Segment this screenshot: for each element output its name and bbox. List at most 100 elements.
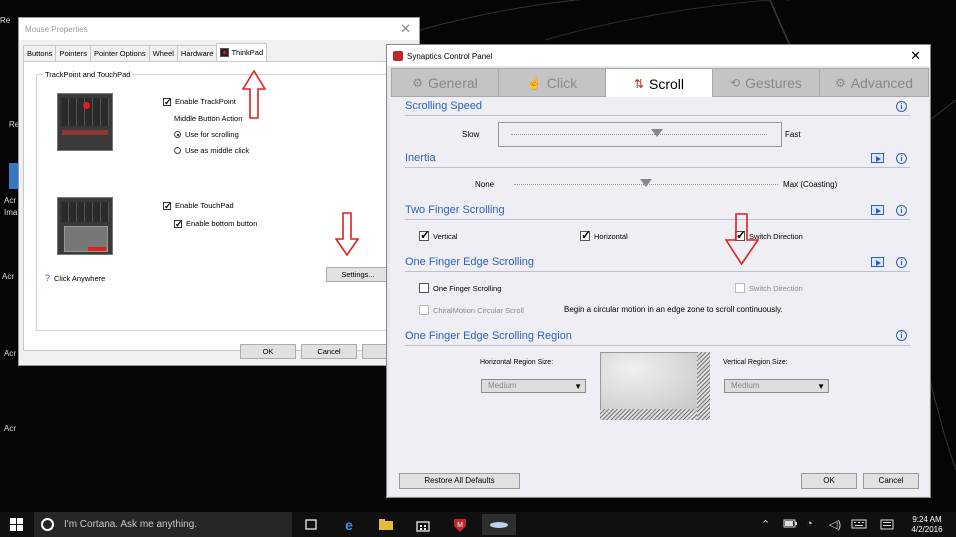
desktop-icon-label[interactable]: Acr	[4, 349, 16, 358]
thinkpad-icon	[220, 48, 230, 57]
click-anywhere-help[interactable]: ? Click Anywhere	[45, 273, 105, 283]
chiralmotion-hint: Begin a circular motion in an edge zone …	[564, 305, 783, 314]
tab-scroll[interactable]: ⇅ Scroll	[605, 68, 713, 98]
tab-wheel[interactable]: Wheel	[148, 45, 178, 61]
title-bar[interactable]: Synaptics Control Panel ✕	[387, 45, 930, 66]
info-icon[interactable]: i	[896, 330, 907, 341]
desktop-icon-label[interactable]: Ima	[4, 208, 17, 217]
clock-date[interactable]: 4/2/2016	[907, 525, 947, 534]
radio-button[interactable]	[174, 147, 181, 154]
tab-thinkpad[interactable]: ThinkPad	[216, 43, 268, 61]
settings-button[interactable]: Settings...	[326, 267, 390, 282]
one-finger-scrolling-checkbox[interactable]: One Finger Scrolling	[419, 283, 501, 293]
cancel-button[interactable]: Cancel	[301, 344, 357, 359]
touchpad-image	[57, 197, 113, 255]
mcafee-icon[interactable]: M	[451, 516, 469, 533]
desktop-icon-label[interactable]: Acr	[4, 424, 16, 433]
start-pane	[10, 525, 16, 531]
info-icon[interactable]: i	[896, 205, 907, 216]
keyboard-icon[interactable]	[851, 519, 867, 532]
slider-max-label: Max (Coasting)	[783, 180, 838, 189]
desktop-icon[interactable]	[9, 163, 18, 189]
desktop-icon-label[interactable]: Acr	[2, 272, 14, 281]
edge-switch-direction-checkbox[interactable]: Switch Direction	[735, 283, 803, 293]
gestures-icon: ⟲	[730, 75, 741, 90]
tab-pointer-options[interactable]: Pointer Options	[89, 45, 150, 61]
chiralmotion-checkbox[interactable]: ChiralMotion Circular Scroll	[419, 305, 524, 315]
slider-thumb[interactable]	[650, 129, 663, 137]
touchpad-app-icon[interactable]	[482, 514, 516, 535]
help-label: Click Anywhere	[54, 273, 106, 283]
info-icon[interactable]: i	[896, 153, 907, 164]
battery-glyph	[783, 519, 797, 528]
battery-icon[interactable]	[783, 519, 797, 531]
windows-start-icon[interactable]	[10, 518, 23, 531]
slider-thumb[interactable]	[640, 179, 652, 187]
vertical-scroll-checkbox[interactable]: Vertical	[419, 228, 458, 242]
radio-button[interactable]	[174, 131, 181, 138]
vertical-region-select[interactable]: Medium ▼	[724, 379, 829, 393]
checkbox-box[interactable]	[580, 228, 591, 242]
keyboard-graphic	[61, 202, 109, 222]
info-icon[interactable]: i	[896, 257, 907, 268]
tab-pointers[interactable]: Pointers	[55, 45, 91, 61]
trackpoint-touchpad-group: TrackPoint and TouchPad Enable TrackPoin…	[36, 70, 392, 331]
video-demo-icon[interactable]	[871, 153, 884, 163]
task-view-icon[interactable]	[302, 516, 320, 533]
radio-use-for-scrolling[interactable]: Use for scrolling	[174, 130, 239, 139]
info-icon[interactable]: i	[896, 101, 907, 112]
video-demo-icon[interactable]	[871, 257, 884, 267]
checkbox-box[interactable]	[419, 283, 429, 293]
tab-gestures[interactable]: ⟲ Gestures	[712, 68, 820, 97]
checkbox-box[interactable]	[419, 228, 430, 242]
section-divider	[405, 271, 910, 272]
section-divider	[405, 345, 910, 346]
checkbox-box[interactable]	[419, 305, 429, 315]
clock-time[interactable]: 9:24 AM	[907, 515, 947, 524]
enable-touchpad-checkbox[interactable]: Enable TouchPad	[163, 200, 234, 212]
horizontal-scroll-checkbox[interactable]: Horizontal	[580, 228, 628, 242]
file-explorer-icon[interactable]	[377, 516, 395, 533]
ok-button[interactable]: OK	[801, 473, 857, 489]
restore-all-defaults-button[interactable]: Restore All Defaults	[399, 473, 520, 489]
enable-trackpoint-checkbox[interactable]: Enable TrackPoint	[163, 96, 236, 108]
ok-button[interactable]: OK	[240, 344, 296, 359]
store-icon[interactable]	[414, 516, 432, 533]
checkbox-label: Horizontal	[594, 231, 628, 241]
checkbox-box[interactable]	[174, 218, 183, 230]
start-pane	[17, 525, 23, 531]
inertia-heading: Inertia	[405, 152, 436, 164]
taskbar: I'm Cortana. Ask me anything. e M ⌃ ◔ ◁)	[0, 512, 956, 537]
radio-use-as-middle-click[interactable]: Use as middle click	[174, 146, 249, 155]
tab-buttons[interactable]: Buttons	[23, 45, 57, 61]
video-demo-icon[interactable]	[871, 205, 884, 215]
inertia-slider[interactable]	[510, 173, 782, 198]
scrolling-speed-slider[interactable]	[498, 122, 782, 147]
tab-hardware[interactable]: Hardware	[176, 45, 218, 61]
desktop-icon-label[interactable]: Re	[0, 16, 10, 25]
volume-icon[interactable]: ◁)	[829, 518, 841, 531]
cortana-search-box[interactable]: I'm Cortana. Ask me anything.	[34, 512, 292, 537]
enable-bottom-button-checkbox[interactable]: Enable bottom button	[174, 218, 257, 230]
chevron-up-icon[interactable]: ⌃	[761, 518, 770, 531]
desktop-icon-label[interactable]: Acr	[4, 196, 16, 205]
cancel-button[interactable]: Cancel	[863, 473, 919, 489]
checkbox-box[interactable]	[163, 200, 172, 212]
close-icon[interactable]: ✕	[910, 48, 921, 64]
vertical-region-label: Vertical Region Size:	[723, 359, 788, 366]
tab-advanced[interactable]: ⚙ Advanced	[819, 68, 929, 97]
svg-text:M: M	[457, 522, 463, 529]
horizontal-region-label: Horizontal Region Size:	[480, 359, 554, 366]
wifi-icon[interactable]: ◔	[806, 518, 813, 530]
tab-click[interactable]: ☝ Click	[498, 68, 606, 97]
title-bar[interactable]: Mouse Properties ✕	[19, 18, 419, 40]
window-title: Mouse Properties	[25, 25, 88, 34]
checkbox-box[interactable]	[735, 283, 745, 293]
tab-general[interactable]: ⚙ General	[391, 68, 499, 97]
checkbox-box[interactable]	[163, 96, 172, 108]
horizontal-region-select[interactable]: Medium ▼	[481, 379, 586, 393]
notifications-icon[interactable]	[880, 519, 894, 533]
close-icon[interactable]: ✕	[400, 21, 411, 37]
notifications-glyph	[880, 519, 894, 530]
edge-icon[interactable]: e	[340, 516, 358, 533]
